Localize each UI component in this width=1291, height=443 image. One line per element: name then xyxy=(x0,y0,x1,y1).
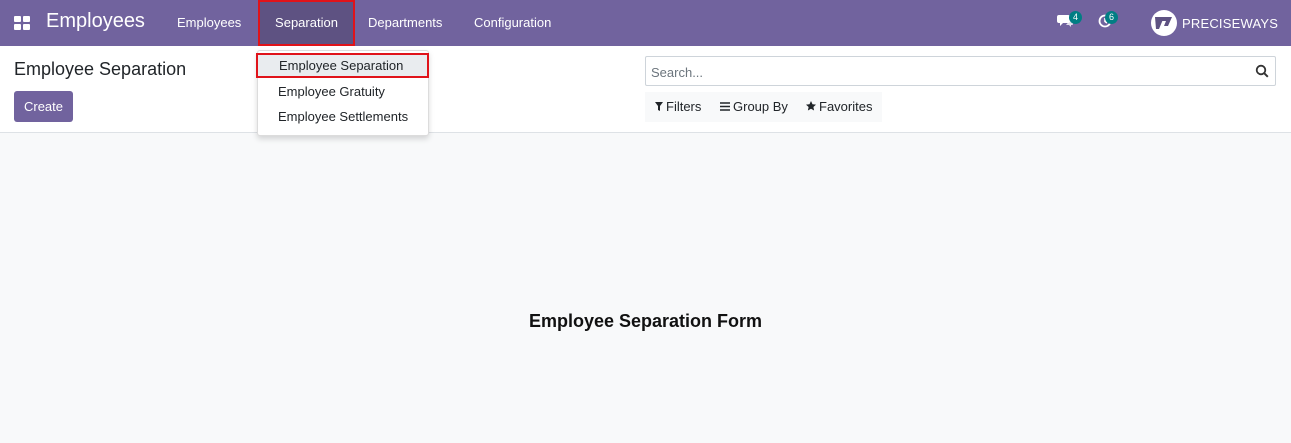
group-by-toggle[interactable]: Group By xyxy=(720,99,788,114)
control-panel: Employee Separation Create Filters Group… xyxy=(0,46,1291,133)
menu-separation[interactable]: Separation xyxy=(258,0,355,46)
dropdown-item-employee-separation[interactable]: Employee Separation xyxy=(256,53,429,78)
search-box[interactable] xyxy=(645,56,1276,86)
favorites-toggle[interactable]: Favorites xyxy=(806,99,872,114)
group-by-label: Group By xyxy=(733,99,788,114)
apps-menu-icon[interactable] xyxy=(14,16,30,30)
menu-employees[interactable]: Employees xyxy=(177,0,241,46)
page-title: Employee Separation xyxy=(14,59,187,79)
app-name[interactable]: Employees xyxy=(46,10,145,33)
menu-departments[interactable]: Departments xyxy=(368,0,442,46)
favorites-label: Favorites xyxy=(819,99,873,114)
separation-dropdown-menu: Employee Separation Employee Gratuity Em… xyxy=(256,50,429,136)
messages-count-badge: 4 xyxy=(1069,11,1083,24)
form-heading: Employee Separation Form xyxy=(528,311,763,331)
funnel-icon xyxy=(655,99,663,114)
create-button[interactable]: Create xyxy=(14,91,73,122)
search-options-bar: Filters Group By Favorites xyxy=(645,92,882,122)
menu-configuration[interactable]: Configuration xyxy=(474,0,551,46)
company-name[interactable]: PRECISEWAYS xyxy=(1182,16,1278,31)
main-content: Employee Separation Form xyxy=(0,134,1291,443)
dropdown-item-employee-gratuity[interactable]: Employee Gratuity xyxy=(258,79,428,104)
activities-count-badge: 6 xyxy=(1105,11,1119,24)
company-logo-icon[interactable] xyxy=(1151,10,1177,36)
dropdown-item-employee-settlements[interactable]: Employee Settlements xyxy=(258,104,428,129)
search-icon[interactable] xyxy=(1255,64,1269,83)
search-input[interactable] xyxy=(651,62,1241,82)
filters-label: Filters xyxy=(666,99,702,114)
top-navbar: Employees Employees Separation Departmen… xyxy=(0,0,1291,46)
filters-toggle[interactable]: Filters xyxy=(655,99,701,114)
bars-icon xyxy=(720,99,730,114)
star-icon xyxy=(806,99,816,114)
